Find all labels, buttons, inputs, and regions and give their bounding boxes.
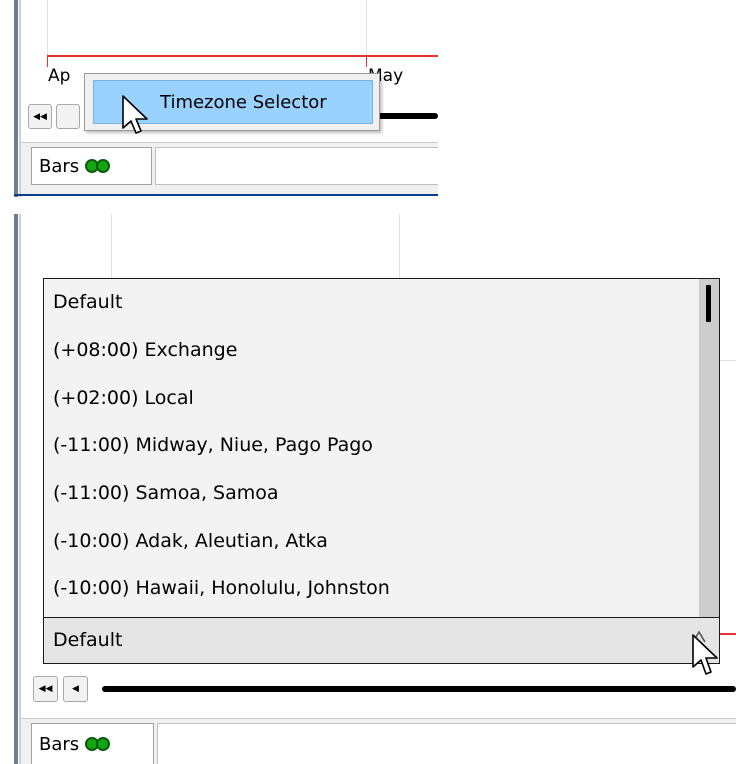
double-left-arrow-icon: ◀◀ <box>38 684 53 694</box>
window-left-border-inner <box>19 214 21 764</box>
scroll-to-start-button[interactable]: ◀◀ <box>28 104 52 129</box>
status-dots-icon <box>85 737 111 751</box>
left-arrow-icon: ◀ <box>72 684 79 694</box>
bars-tab-label: Bars <box>39 733 80 755</box>
timezone-option[interactable]: (-11:00) Samoa, Samoa <box>53 478 279 508</box>
timezone-option[interactable]: (+02:00) Local <box>53 383 194 413</box>
chart-panel-bottom: ◀◀ ◀ Bars Default (+08:00) Exchange (+02… <box>14 214 736 764</box>
mouse-pointer-icon <box>122 95 148 134</box>
scroll-to-start-button[interactable]: ◀◀ <box>33 676 58 702</box>
bars-tab-label: Bars <box>39 155 80 177</box>
double-left-arrow-icon: ◀◀ <box>33 111 47 122</box>
scroll-left-button[interactable]: ◀ <box>63 676 88 702</box>
timezone-option[interactable]: Default <box>53 287 122 317</box>
status-area <box>155 147 438 185</box>
status-area <box>157 723 736 764</box>
timezone-option[interactable]: (-10:00) Adak, Aleutian, Atka <box>53 526 328 556</box>
panel-bottom-border <box>14 194 438 196</box>
mouse-pointer-icon <box>692 634 718 675</box>
timezone-dropdown[interactable]: Default (+08:00) Exchange (+02:00) Local… <box>43 278 720 664</box>
dropdown-scrollbar[interactable] <box>699 279 719 617</box>
grid-line <box>47 0 48 56</box>
status-dots-icon <box>85 159 111 173</box>
timezone-option[interactable]: (+08:00) Exchange <box>53 335 237 365</box>
menu-item-label: Timezone Selector <box>160 91 327 113</box>
status-bar: Bars <box>21 142 438 194</box>
grid-line <box>399 214 400 278</box>
bars-tab[interactable]: Bars <box>31 147 152 185</box>
time-axis-line <box>48 55 438 57</box>
window-left-border <box>14 214 18 764</box>
timezone-option-list[interactable]: Default (+08:00) Exchange (+02:00) Local… <box>44 279 699 617</box>
timezone-selected-field[interactable]: Default <box>44 617 719 663</box>
chart-panel-top: Ap May ◀◀ Bars Timezone Selector <box>14 0 438 197</box>
timezone-option[interactable]: (-11:00) Midway, Niue, Pago Pago <box>53 430 373 460</box>
axis-tick <box>366 55 367 67</box>
scroll-left-button[interactable] <box>56 104 80 129</box>
dropdown-scroll-thumb[interactable] <box>706 285 711 322</box>
bars-tab[interactable]: Bars <box>31 723 154 764</box>
grid-line <box>720 360 736 361</box>
axis-label-april: Ap <box>48 66 71 86</box>
timezone-option[interactable]: (-10:00) Hawaii, Honolulu, Johnston <box>53 573 390 603</box>
status-bar: Bars <box>21 718 736 764</box>
window-left-border <box>14 0 18 197</box>
grid-line <box>366 0 367 56</box>
grid-line <box>111 214 112 278</box>
horizontal-scrollbar[interactable] <box>102 686 736 692</box>
selected-timezone-value: Default <box>53 629 123 651</box>
